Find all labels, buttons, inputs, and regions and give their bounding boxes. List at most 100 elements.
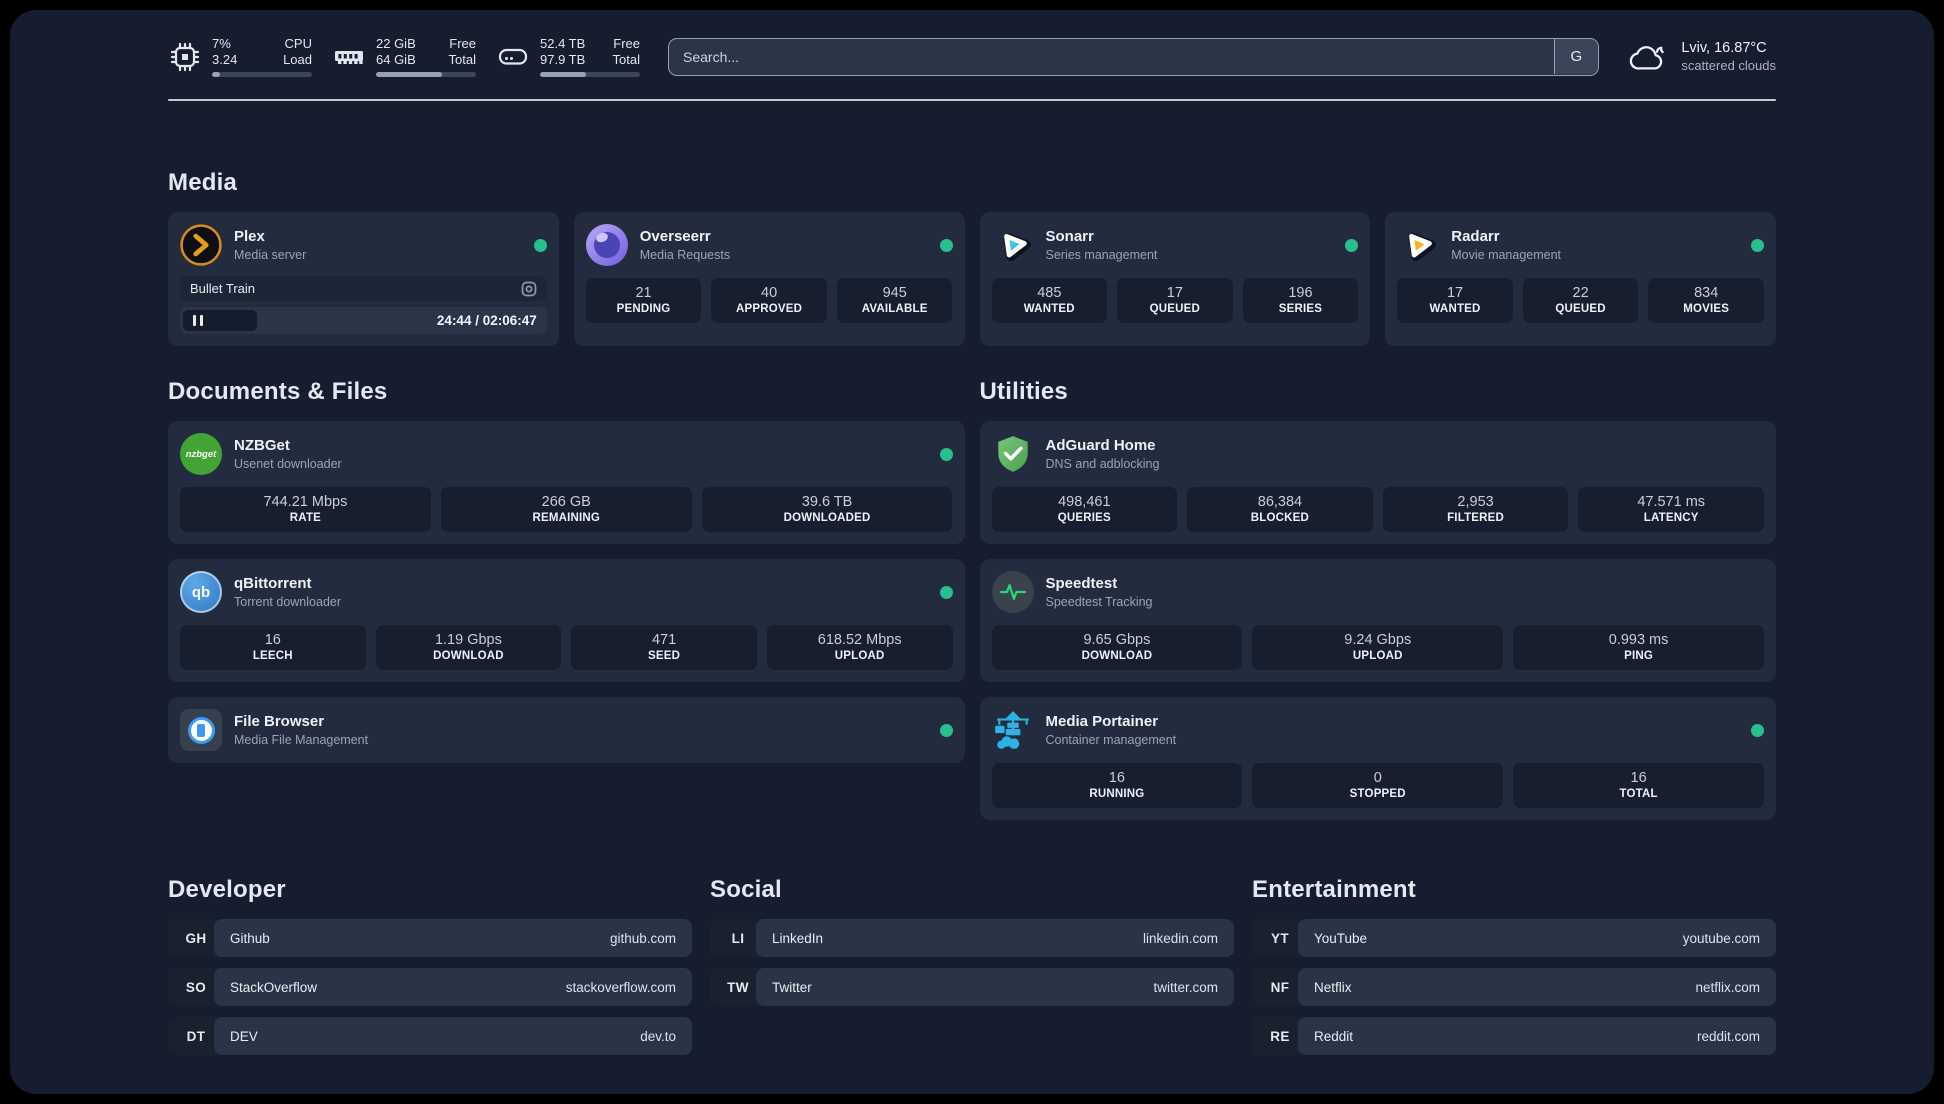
bookmark-url: reddit.com xyxy=(1696,1028,1760,1044)
stat-block: 16 RUNNING xyxy=(991,763,1243,808)
stat-block: 22 QUEUED xyxy=(1522,278,1639,323)
speedtest-icon xyxy=(991,571,1034,613)
section-title-utilities: Utilities xyxy=(979,378,1068,405)
service-card-sonarr[interactable]: Sonarr Series management 485 WANTED 17 Q… xyxy=(979,212,1371,346)
service-description: Usenet downloader xyxy=(234,457,342,471)
stat-block: 21 PENDING xyxy=(585,278,702,323)
service-card-filebrowser[interactable]: File Browser Media File Management xyxy=(168,697,965,763)
service-card-radarr[interactable]: Radarr Movie management 17 WANTED 22 QUE… xyxy=(1385,212,1776,346)
service-card-qbittorrent[interactable]: qb qBittorrent Torrent downloader 16 LEE… xyxy=(168,559,965,682)
service-card-nzbget[interactable]: nzbget NZBGet Usenet downloader 744.21 M… xyxy=(168,421,965,544)
service-name: File Browser xyxy=(234,713,325,730)
bookmark-linkedin[interactable]: LI LinkedIn linkedin.com xyxy=(710,919,1234,957)
service-name: AdGuard Home xyxy=(1045,437,1156,454)
cpu-widget: 7% 3.24 CPU Load xyxy=(168,36,312,77)
service-description: Container management xyxy=(1045,733,1177,747)
stat-block: 0 STOPPED xyxy=(1252,763,1504,808)
service-name: Sonarr xyxy=(1045,228,1094,245)
service-description: Media Requests xyxy=(639,248,731,262)
bookmark-github[interactable]: GH Github github.com xyxy=(168,919,692,957)
disk-free-label: Free xyxy=(613,36,640,51)
weather-widget: Lviv, 16.87°C scattered clouds xyxy=(1627,39,1776,75)
cpu-usage-label: CPU xyxy=(284,36,312,51)
google-search-button[interactable]: G xyxy=(1553,39,1598,74)
status-dot xyxy=(1345,238,1359,252)
memory-icon xyxy=(332,40,366,74)
stat-block: 1.19 Gbps DOWNLOAD xyxy=(375,625,562,670)
service-name: Radarr xyxy=(1451,228,1500,245)
sonarr-icon xyxy=(992,224,1034,266)
stat-block: 0.993 ms PING xyxy=(1513,625,1764,670)
cpu-progress-bar xyxy=(212,72,312,77)
section-title-developer: Developer xyxy=(168,876,286,903)
stat-block: 498,461 QUERIES xyxy=(991,487,1178,532)
weather-location: Lviv, 16.87°C xyxy=(1681,40,1767,56)
header-divider xyxy=(168,99,1776,101)
stat-block: 744.21 Mbps RATE xyxy=(180,487,431,532)
disk-progress-bar xyxy=(540,72,640,77)
stat-block: 2,953 FILTERED xyxy=(1382,487,1569,532)
bookmark-dev[interactable]: DT DEV dev.to xyxy=(168,1017,692,1055)
stat-block: 834 MOVIES xyxy=(1648,278,1764,323)
dashboard: 7% 3.24 CPU Load 22 GiB 64 GiB Free Tota… xyxy=(10,10,1934,1094)
bookmark-name: LinkedIn xyxy=(772,930,824,946)
status-dot xyxy=(939,585,953,599)
service-card-speedtest[interactable]: Speedtest Speedtest Tracking 9.65 Gbps D… xyxy=(979,559,1776,682)
bookmark-stackoverflow[interactable]: SO StackOverflow stackoverflow.com xyxy=(168,968,692,1006)
section-media: Media Plex Media server Bullet Train 24:… xyxy=(168,169,1776,346)
bookmark-twitter[interactable]: TW Twitter twitter.com xyxy=(710,968,1234,1006)
header-bar: 7% 3.24 CPU Load 22 GiB 64 GiB Free Tota… xyxy=(168,36,1776,77)
service-card-plex[interactable]: Plex Media server Bullet Train 24:44 / 0… xyxy=(168,212,559,346)
disk-widget: 52.4 TB 97.9 TB Free Total xyxy=(496,36,640,77)
bookmark-name: Netflix xyxy=(1314,979,1352,995)
search-bar: G xyxy=(668,37,1600,76)
cpu-icon xyxy=(168,40,202,74)
stat-block: 266 GB REMAINING xyxy=(440,487,692,532)
service-description: Media server xyxy=(234,248,307,262)
service-name: Overseerr xyxy=(639,228,711,245)
radarr-icon xyxy=(1397,224,1439,266)
adguard-icon xyxy=(992,433,1034,475)
status-dot xyxy=(1751,238,1764,252)
status-dot xyxy=(1751,723,1764,737)
memory-total-value: 64 GiB xyxy=(376,52,416,67)
now-playing-title: Bullet Train xyxy=(190,281,256,296)
cpu-load-label: Load xyxy=(283,52,312,67)
section-title-social: Social xyxy=(710,876,782,903)
system-resources: 7% 3.24 CPU Load 22 GiB 64 GiB Free Tota… xyxy=(168,36,640,77)
now-playing-row: Bullet Train xyxy=(180,276,547,301)
stat-block: 17 WANTED xyxy=(1397,278,1513,323)
service-card-portainer[interactable]: Media Portainer Container management 16 … xyxy=(979,697,1776,820)
bookmark-youtube[interactable]: YT YouTube youtube.com xyxy=(1252,919,1776,957)
service-name: Media Portainer xyxy=(1045,713,1159,730)
status-dot xyxy=(939,238,953,252)
bookmark-group-social: Social LI LinkedIn linkedin.com TW Twitt… xyxy=(710,876,1234,1055)
bookmark-name: Github xyxy=(230,930,270,946)
overseerr-icon xyxy=(585,224,628,266)
pause-icon xyxy=(193,315,196,326)
stat-block: 40 APPROVED xyxy=(711,278,827,323)
bookmark-url: stackoverflow.com xyxy=(565,979,676,995)
service-description: Series management xyxy=(1045,248,1158,262)
status-dot xyxy=(939,447,953,461)
stat-block: 9.24 Gbps UPLOAD xyxy=(1252,625,1504,670)
stat-block: 16 TOTAL xyxy=(1513,763,1764,808)
stat-block: 618.52 Mbps UPLOAD xyxy=(766,625,953,670)
service-description: Torrent downloader xyxy=(234,595,342,609)
bookmark-netflix[interactable]: NF Netflix netflix.com xyxy=(1252,968,1776,1006)
bookmark-name: Reddit xyxy=(1314,1028,1354,1044)
memory-free-value: 22 GiB xyxy=(376,36,416,51)
plex-icon xyxy=(180,224,222,266)
bookmark-reddit[interactable]: RE Reddit reddit.com xyxy=(1252,1017,1776,1055)
service-card-adguard[interactable]: AdGuard Home DNS and adblocking 498,461 … xyxy=(979,421,1776,544)
bookmark-name: DEV xyxy=(230,1028,258,1044)
service-card-overseerr[interactable]: Overseerr Media Requests 21 PENDING 40 A… xyxy=(573,212,965,346)
section-title-entertainment: Entertainment xyxy=(1252,876,1416,903)
pause-indicator xyxy=(183,310,257,331)
section-utilities: Utilities AdGuard Home DNS and adblockin… xyxy=(979,378,1776,820)
memory-widget: 22 GiB 64 GiB Free Total xyxy=(332,36,476,77)
weather-condition: scattered clouds xyxy=(1681,58,1776,73)
bookmark-group-entertainment: Entertainment YT YouTube youtube.com NF … xyxy=(1252,876,1776,1055)
stat-block: 196 SERIES xyxy=(1242,278,1359,323)
search-input[interactable] xyxy=(668,37,1600,76)
